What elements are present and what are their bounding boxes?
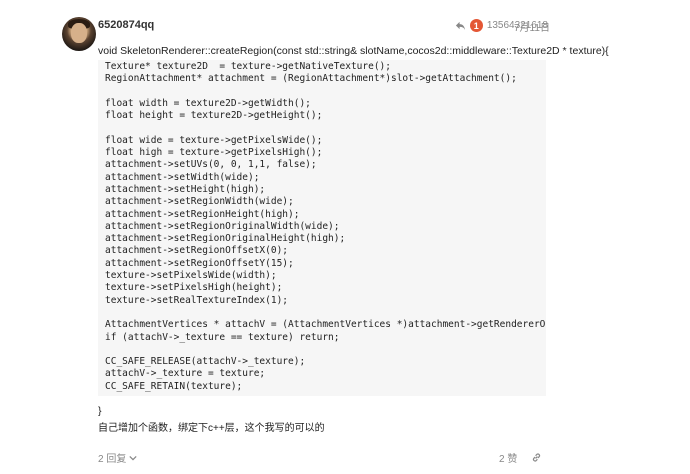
closing-brace: }: [98, 405, 102, 417]
code-line: texture->setPixelsHigh(height);: [105, 282, 283, 294]
reply-arrow-icon: [455, 21, 465, 31]
code-line: float height = texture2D->getHeight();: [105, 110, 323, 122]
code-line: attachment->setRegionOriginalHeight(high…: [105, 233, 346, 245]
replies-toggle-button[interactable]: 2 回复: [98, 450, 137, 465]
username[interactable]: 6520874qq: [98, 19, 154, 31]
code-line: attachment->setRegionHeight(high);: [105, 208, 300, 220]
code-line: float high = texture->getPixelsHigh();: [105, 147, 323, 159]
code-content: Texture* texture2D = texture->getNativeT…: [98, 60, 546, 393]
code-line: CC_SAFE_RETAIN(texture);: [105, 380, 243, 392]
replies-label: 2 回复: [98, 454, 127, 465]
post-date[interactable]: 7月11日: [514, 19, 550, 34]
user-avatar[interactable]: [62, 17, 96, 51]
code-line: CC_SAFE_RELEASE(attachV->_texture);: [105, 356, 306, 368]
code-line: attachment->setUVs(0, 0, 1,1, false);: [105, 159, 317, 171]
likes-count[interactable]: 2 赞: [499, 450, 517, 465]
code-line: Texture* texture2D = texture->getNativeT…: [105, 61, 391, 72]
post-description: 自己增加个函数，绑定下c++层，这个我写的可以的: [98, 423, 325, 434]
code-line: attachment->setRegionOffsetX(0);: [105, 245, 289, 257]
code-line: texture->setPixelsWide(width);: [105, 270, 277, 282]
code-line: float width = texture2D->getWidth();: [105, 97, 311, 109]
code-line: attachV->_texture = texture;: [105, 368, 266, 380]
code-line: attachment->setWidth(wide);: [105, 171, 260, 183]
code-line: RegionAttachment* attachment = (RegionAt…: [105, 73, 517, 85]
code-line: attachment->setHeight(high);: [105, 183, 266, 195]
post-first-line: void SkeletonRenderer::createRegion(cons…: [98, 45, 609, 57]
code-line: attachment->setRegionOffsetY(15);: [105, 257, 294, 269]
link-icon[interactable]: [531, 452, 542, 463]
code-line: texture->setRealTextureIndex(1);: [105, 294, 289, 306]
code-line: attachment->setRegionOriginalWidth(wide)…: [105, 220, 340, 232]
avatar-face: [71, 23, 87, 43]
code-line: AttachmentVertices * attachV = (Attachme…: [105, 319, 546, 331]
code-line: float wide = texture->getPixelsWide();: [105, 134, 323, 146]
chevron-down-icon: [129, 455, 137, 460]
reply-to-badge: 1: [469, 19, 483, 32]
code-line: attachment->setRegionWidth(wide);: [105, 196, 294, 208]
code-line: if (attachV->_texture == texture) return…: [105, 331, 340, 343]
code-block: Texture* texture2D = texture->getNativeT…: [98, 60, 546, 396]
